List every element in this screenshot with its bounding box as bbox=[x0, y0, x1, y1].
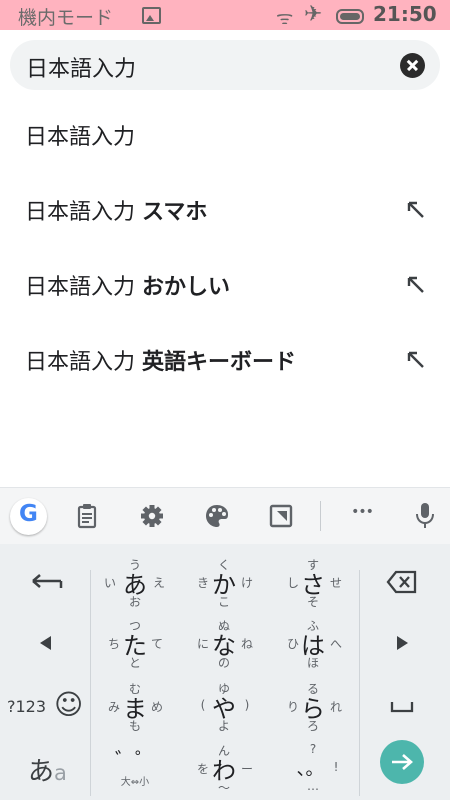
suggestion-completion: おかしい bbox=[142, 275, 231, 300]
clock: 21:50 bbox=[373, 2, 437, 26]
enter-button[interactable] bbox=[380, 740, 424, 784]
input-mode-key[interactable]: あa bbox=[28, 751, 67, 788]
settings-icon[interactable] bbox=[132, 488, 172, 545]
suggestion-item[interactable]: 日本語入力 bbox=[0, 105, 450, 165]
status-bar: 機内モード ᯤ ✈ 21:50 bbox=[0, 0, 450, 30]
keyboard-divider bbox=[359, 570, 360, 796]
suggestion-item[interactable]: 日本語入力 英語キーボード bbox=[0, 330, 450, 390]
search-bar[interactable]: 日本語入力 bbox=[10, 40, 440, 90]
suggestion-text: 日本語入力 bbox=[25, 350, 136, 375]
suggestion-completion: 英語キーボード bbox=[142, 350, 297, 375]
undo-arrow-icon[interactable] bbox=[29, 568, 65, 594]
battery-icon bbox=[336, 9, 364, 24]
clear-search-button[interactable] bbox=[400, 53, 425, 78]
image-notification-icon bbox=[142, 7, 161, 24]
more-icon[interactable]: ••• bbox=[342, 504, 382, 520]
airplane-icon: ✈ bbox=[304, 2, 323, 27]
suggestion-item[interactable]: 日本語入力 スマホ bbox=[0, 180, 450, 240]
cursor-left-icon[interactable] bbox=[40, 636, 52, 650]
arrow-right-icon bbox=[392, 754, 413, 770]
fill-query-arrow-icon[interactable] bbox=[406, 200, 426, 220]
keyboard-divider bbox=[90, 570, 91, 796]
wifi-icon: ᯤ bbox=[276, 7, 294, 29]
one-hand-mode-icon[interactable] bbox=[261, 488, 301, 545]
suggestion-text: 日本語入力 bbox=[25, 200, 136, 225]
clipboard-icon[interactable] bbox=[67, 488, 107, 545]
google-icon[interactable]: G bbox=[10, 498, 47, 535]
backspace-icon[interactable] bbox=[386, 570, 418, 594]
fill-query-arrow-icon[interactable] bbox=[406, 275, 426, 295]
emoji-icon[interactable]: ☺ bbox=[54, 688, 83, 721]
suggestion-text: 日本語入力 bbox=[25, 125, 136, 150]
suggestion-item[interactable]: 日本語入力 おかしい bbox=[0, 255, 450, 315]
toolbar-divider bbox=[320, 501, 321, 531]
fill-query-arrow-icon[interactable] bbox=[406, 350, 426, 370]
search-input[interactable]: 日本語入力 bbox=[26, 51, 136, 83]
space-icon[interactable] bbox=[390, 698, 414, 714]
suggestion-text: 日本語入力 bbox=[25, 275, 136, 300]
numbers-key[interactable]: ?123 bbox=[7, 697, 46, 716]
keyboard-toolbar: G ••• bbox=[0, 487, 450, 545]
theme-palette-icon[interactable] bbox=[197, 488, 237, 545]
cursor-right-icon[interactable] bbox=[396, 636, 408, 650]
airplane-mode-label: 機内モード bbox=[18, 7, 114, 29]
suggestion-completion: スマホ bbox=[142, 200, 208, 225]
microphone-icon[interactable] bbox=[405, 488, 445, 545]
